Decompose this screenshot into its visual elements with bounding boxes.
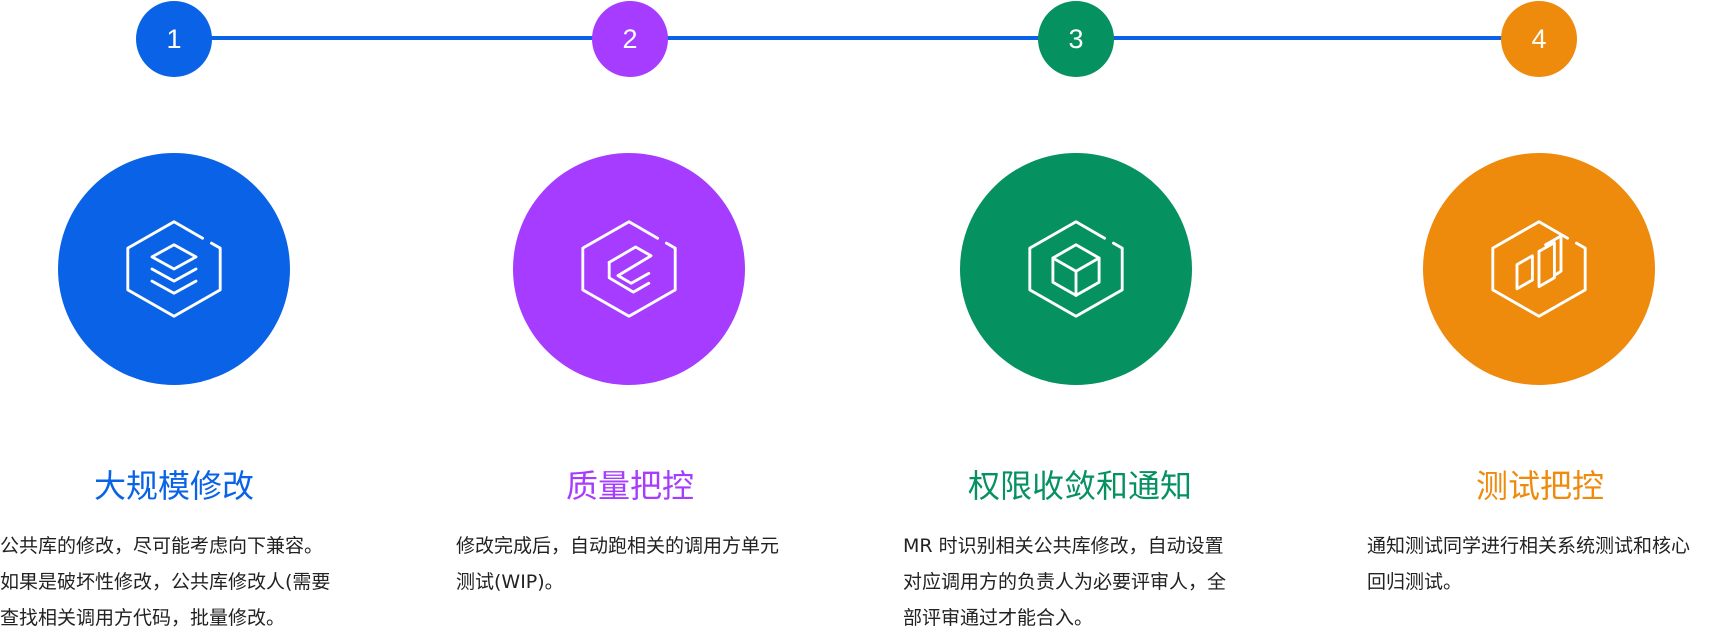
step-3-number: 3 — [1068, 23, 1084, 54]
stacked-layers-icon — [126, 220, 222, 318]
step-4-number: 4 — [1531, 23, 1547, 54]
step-2-number: 2 — [622, 23, 638, 54]
cube-icon — [1028, 220, 1124, 318]
step-3-description: MR 时识别相关公共库修改，自动设置 对应调用方的负责人为必要评审人，全 部评审… — [903, 528, 1226, 636]
test-blocks-icon — [1491, 220, 1587, 318]
step-4-title: 测试把控 — [1475, 467, 1604, 505]
step-2-description-line: 测试(WIP)。 — [456, 571, 564, 593]
step-1-description-line: 如果是破坏性修改，公共库修改人(需要 — [0, 571, 331, 593]
step-2-title: 质量把控 — [565, 467, 694, 505]
step-1-number: 1 — [166, 23, 182, 54]
step-4-description: 通知测试同学进行相关系统测试和核心 回归测试。 — [1367, 528, 1690, 600]
step-4-description-line: 回归测试。 — [1367, 571, 1463, 593]
step-2-dot: 2 — [592, 1, 668, 77]
step-1-dot: 1 — [136, 1, 212, 77]
step-1-icon-circle — [58, 153, 290, 385]
step-4-description-line: 通知测试同学进行相关系统测试和核心 — [1367, 535, 1691, 557]
step-3-dot: 3 — [1038, 1, 1114, 77]
step-3-title: 权限收敛和通知 — [967, 467, 1192, 505]
step-3-description-line: 部评审通过才能合入。 — [903, 607, 1094, 629]
step-1-description: 公共库的修改，尽可能考虑向下兼容。 如果是破坏性修改，公共库修改人(需要 查找相… — [0, 528, 330, 636]
step-2-icon-circle — [513, 153, 745, 385]
step-1-description-line: 查找相关调用方代码，批量修改。 — [0, 607, 286, 629]
timeline-line — [173, 36, 1538, 40]
step-3-description-line: 对应调用方的负责人为必要评审人，全 — [903, 571, 1227, 593]
step-4-dot: 4 — [1501, 1, 1577, 77]
quality-link-icon — [581, 220, 677, 318]
step-2-description: 修改完成后，自动跑相关的调用方单元 测试(WIP)。 — [456, 528, 779, 600]
step-4-icon-circle — [1423, 153, 1655, 385]
step-3-description-line: MR 时识别相关公共库修改，自动设置 — [903, 535, 1224, 557]
step-1-description-line: 公共库的修改，尽可能考虑向下兼容。 — [0, 535, 324, 557]
step-3-icon-circle — [960, 153, 1192, 385]
step-2-description-line: 修改完成后，自动跑相关的调用方单元 — [456, 535, 780, 557]
step-1-title: 大规模修改 — [93, 467, 254, 505]
